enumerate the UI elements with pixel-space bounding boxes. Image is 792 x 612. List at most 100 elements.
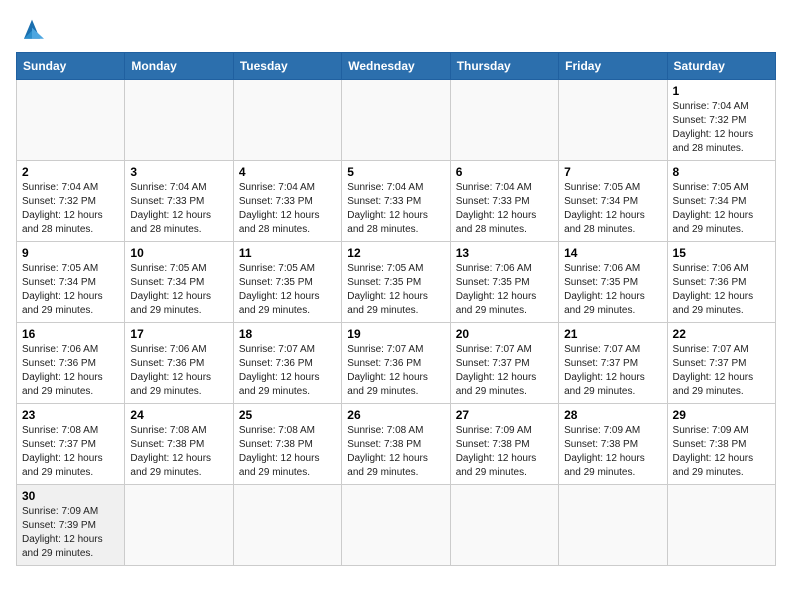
- calendar-cell: [17, 80, 125, 161]
- day-number: 15: [673, 246, 770, 260]
- day-number: 24: [130, 408, 227, 422]
- calendar-cell: 4 Sunrise: 7:04 AM Sunset: 7:33 PM Daylig…: [233, 161, 341, 242]
- weekday-header-sunday: Sunday: [17, 53, 125, 80]
- calendar-cell: 26 Sunrise: 7:08 AM Sunset: 7:38 PM Dayli…: [342, 404, 450, 485]
- day-info: Sunrise: 7:06 AM Sunset: 7:36 PM Dayligh…: [22, 343, 119, 399]
- calendar-cell: 1Sunrise: 7:04 AM Sunset: 7:32 PM Daylig…: [667, 80, 775, 161]
- day-number: 19: [347, 327, 444, 341]
- day-info: Sunrise: 7:05 AM Sunset: 7:34 PM Dayligh…: [130, 262, 227, 318]
- day-info: Sunrise: 7:09 AM Sunset: 7:38 PM Dayligh…: [456, 424, 553, 480]
- calendar-cell: [450, 485, 558, 566]
- calendar-cell: [559, 485, 667, 566]
- day-info: Sunrise: 7:05 AM Sunset: 7:34 PM Dayligh…: [564, 181, 661, 237]
- day-info: Sunrise: 7:05 AM Sunset: 7:34 PM Dayligh…: [673, 181, 770, 237]
- calendar-cell: [342, 485, 450, 566]
- day-info: Sunrise: 7:04 AM Sunset: 7:33 PM Dayligh…: [347, 181, 444, 237]
- calendar-cell: 21Sunrise: 7:07 AM Sunset: 7:37 PM Dayli…: [559, 323, 667, 404]
- logo-icon: [16, 16, 48, 44]
- day-number: 18: [239, 327, 336, 341]
- day-number: 5: [347, 165, 444, 179]
- day-info: Sunrise: 7:07 AM Sunset: 7:36 PM Dayligh…: [239, 343, 336, 399]
- day-info: Sunrise: 7:06 AM Sunset: 7:36 PM Dayligh…: [130, 343, 227, 399]
- calendar-cell: [233, 485, 341, 566]
- day-info: Sunrise: 7:08 AM Sunset: 7:38 PM Dayligh…: [347, 424, 444, 480]
- day-number: 14: [564, 246, 661, 260]
- day-number: 9: [22, 246, 119, 260]
- calendar-cell: [667, 485, 775, 566]
- calendar-cell: 19 Sunrise: 7:07 AM Sunset: 7:36 PM Dayli…: [342, 323, 450, 404]
- day-info: Sunrise: 7:04 AM Sunset: 7:33 PM Dayligh…: [239, 181, 336, 237]
- day-number: 26: [347, 408, 444, 422]
- day-info: Sunrise: 7:08 AM Sunset: 7:37 PM Dayligh…: [22, 424, 119, 480]
- weekday-header-friday: Friday: [559, 53, 667, 80]
- day-number: 4: [239, 165, 336, 179]
- calendar-cell: 22 Sunrise: 7:07 AM Sunset: 7:37 PM Dayli…: [667, 323, 775, 404]
- day-number: 25: [239, 408, 336, 422]
- calendar-cell: 20Sunrise: 7:07 AM Sunset: 7:37 PM Dayli…: [450, 323, 558, 404]
- day-number: 2: [22, 165, 119, 179]
- day-info: Sunrise: 7:07 AM Sunset: 7:36 PM Dayligh…: [347, 343, 444, 399]
- calendar-table: SundayMondayTuesdayWednesdayThursdayFrid…: [16, 52, 776, 566]
- calendar-week-row: 16Sunrise: 7:06 AM Sunset: 7:36 PM Dayli…: [17, 323, 776, 404]
- day-info: Sunrise: 7:09 AM Sunset: 7:39 PM Dayligh…: [22, 505, 119, 561]
- weekday-header-monday: Monday: [125, 53, 233, 80]
- day-number: 13: [456, 246, 553, 260]
- day-info: Sunrise: 7:05 AM Sunset: 7:35 PM Dayligh…: [347, 262, 444, 318]
- day-number: 1: [673, 84, 770, 98]
- calendar-cell: [450, 80, 558, 161]
- day-info: Sunrise: 7:09 AM Sunset: 7:38 PM Dayligh…: [673, 424, 770, 480]
- calendar-cell: 30 Sunrise: 7:09 AM Sunset: 7:39 PM Dayli…: [17, 485, 125, 566]
- day-number: 10: [130, 246, 227, 260]
- calendar-cell: 10 Sunrise: 7:05 AM Sunset: 7:34 PM Dayli…: [125, 242, 233, 323]
- calendar-header-row: SundayMondayTuesdayWednesdayThursdayFrid…: [17, 53, 776, 80]
- calendar-week-row: 23 Sunrise: 7:08 AM Sunset: 7:37 PM Dayli…: [17, 404, 776, 485]
- day-info: Sunrise: 7:05 AM Sunset: 7:35 PM Dayligh…: [239, 262, 336, 318]
- day-info: Sunrise: 7:04 AM Sunset: 7:32 PM Dayligh…: [22, 181, 119, 237]
- calendar-cell: 25 Sunrise: 7:08 AM Sunset: 7:38 PM Dayli…: [233, 404, 341, 485]
- day-number: 21: [564, 327, 661, 341]
- calendar-week-row: 30 Sunrise: 7:09 AM Sunset: 7:39 PM Dayli…: [17, 485, 776, 566]
- calendar-cell: 29 Sunrise: 7:09 AM Sunset: 7:38 PM Dayli…: [667, 404, 775, 485]
- day-info: Sunrise: 7:08 AM Sunset: 7:38 PM Dayligh…: [130, 424, 227, 480]
- calendar-cell: 13Sunrise: 7:06 AM Sunset: 7:35 PM Dayli…: [450, 242, 558, 323]
- calendar-cell: 14 Sunrise: 7:06 AM Sunset: 7:35 PM Dayli…: [559, 242, 667, 323]
- day-number: 20: [456, 327, 553, 341]
- day-number: 17: [130, 327, 227, 341]
- day-info: Sunrise: 7:08 AM Sunset: 7:38 PM Dayligh…: [239, 424, 336, 480]
- calendar-cell: 8 Sunrise: 7:05 AM Sunset: 7:34 PM Daylig…: [667, 161, 775, 242]
- day-number: 29: [673, 408, 770, 422]
- weekday-header-wednesday: Wednesday: [342, 53, 450, 80]
- calendar-cell: [559, 80, 667, 161]
- day-number: 6: [456, 165, 553, 179]
- day-number: 12: [347, 246, 444, 260]
- day-info: Sunrise: 7:06 AM Sunset: 7:36 PM Dayligh…: [673, 262, 770, 318]
- calendar-cell: 7 Sunrise: 7:05 AM Sunset: 7:34 PM Daylig…: [559, 161, 667, 242]
- calendar-week-row: 2 Sunrise: 7:04 AM Sunset: 7:32 PM Daylig…: [17, 161, 776, 242]
- calendar-week-row: 9 Sunrise: 7:05 AM Sunset: 7:34 PM Daylig…: [17, 242, 776, 323]
- day-number: 7: [564, 165, 661, 179]
- calendar-cell: 15 Sunrise: 7:06 AM Sunset: 7:36 PM Dayli…: [667, 242, 775, 323]
- day-info: Sunrise: 7:04 AM Sunset: 7:33 PM Dayligh…: [130, 181, 227, 237]
- calendar-cell: 17 Sunrise: 7:06 AM Sunset: 7:36 PM Dayli…: [125, 323, 233, 404]
- weekday-header-thursday: Thursday: [450, 53, 558, 80]
- day-number: 8: [673, 165, 770, 179]
- day-info: Sunrise: 7:06 AM Sunset: 7:35 PM Dayligh…: [564, 262, 661, 318]
- day-number: 28: [564, 408, 661, 422]
- day-info: Sunrise: 7:09 AM Sunset: 7:38 PM Dayligh…: [564, 424, 661, 480]
- day-info: Sunrise: 7:05 AM Sunset: 7:34 PM Dayligh…: [22, 262, 119, 318]
- day-number: 11: [239, 246, 336, 260]
- calendar-week-row: 1Sunrise: 7:04 AM Sunset: 7:32 PM Daylig…: [17, 80, 776, 161]
- calendar-cell: 24 Sunrise: 7:08 AM Sunset: 7:38 PM Dayli…: [125, 404, 233, 485]
- calendar-cell: 12 Sunrise: 7:05 AM Sunset: 7:35 PM Dayli…: [342, 242, 450, 323]
- logo: [16, 16, 52, 44]
- day-info: Sunrise: 7:07 AM Sunset: 7:37 PM Dayligh…: [673, 343, 770, 399]
- day-number: 30: [22, 489, 119, 503]
- calendar-cell: 3 Sunrise: 7:04 AM Sunset: 7:33 PM Daylig…: [125, 161, 233, 242]
- page-header: [16, 16, 776, 44]
- calendar-cell: 28 Sunrise: 7:09 AM Sunset: 7:38 PM Dayli…: [559, 404, 667, 485]
- day-number: 22: [673, 327, 770, 341]
- calendar-cell: 11 Sunrise: 7:05 AM Sunset: 7:35 PM Dayli…: [233, 242, 341, 323]
- day-number: 23: [22, 408, 119, 422]
- day-number: 27: [456, 408, 553, 422]
- day-number: 3: [130, 165, 227, 179]
